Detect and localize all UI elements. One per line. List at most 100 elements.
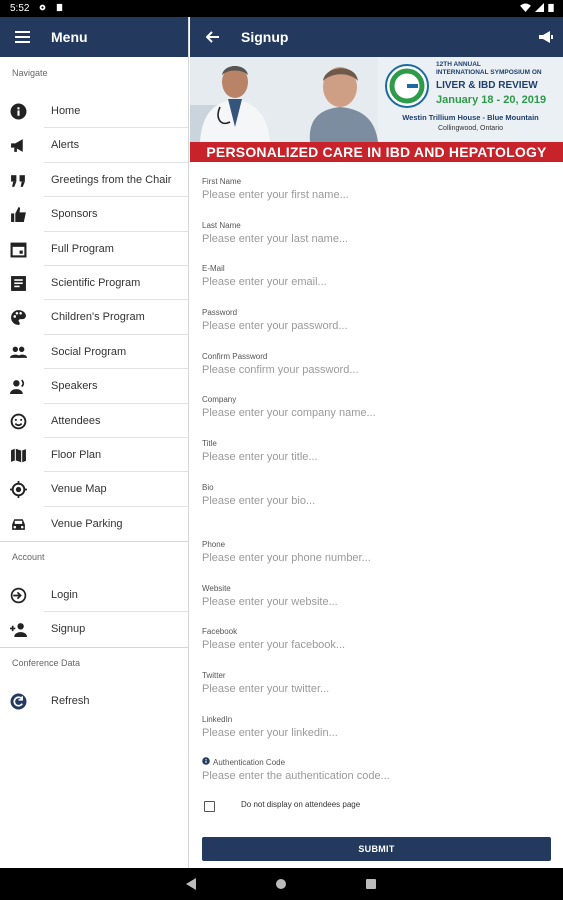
field-website: Website — [202, 582, 551, 626]
sidebar-item-label: Floor Plan — [51, 448, 102, 461]
sidebar-item-label: Signup — [51, 623, 86, 636]
sidebar-item-label: Refresh — [51, 694, 90, 707]
field-email: E-Mail — [202, 262, 551, 306]
phone-input[interactable] — [202, 551, 542, 564]
first-name-input[interactable] — [202, 189, 542, 201]
field-twitter: Twitter — [202, 669, 551, 713]
nav-list: Home Alerts Greetings from the Chair Spo… — [0, 94, 188, 541]
sidebar-item-speakers[interactable]: Speakers — [10, 369, 188, 404]
sidebar-item-signup[interactable]: Signup — [10, 612, 188, 646]
car-icon — [12, 518, 25, 530]
email-input[interactable] — [202, 276, 542, 289]
banner-headline: LIVER & IBD REVIEW — [436, 80, 538, 91]
login-icon — [10, 587, 27, 604]
field-title: Title — [202, 437, 551, 481]
field-phone: Phone — [202, 538, 551, 582]
field-confirm-password: Confirm Password — [202, 350, 551, 394]
sidebar-item-label: Speakers — [51, 380, 98, 393]
sidebar-item-alerts[interactable]: Alerts — [11, 128, 188, 163]
smiley-icon — [10, 413, 27, 429]
sidebar-item-full-program[interactable]: Full Program — [10, 232, 188, 266]
section-label-conference-data: Conference Data — [12, 657, 81, 668]
sidebar-item-label: Venue Map — [51, 483, 107, 496]
status-bar: 5:52 — [0, 0, 563, 17]
sidebar-item-venue-parking[interactable]: Venue Parking — [12, 507, 188, 541]
document-icon — [11, 276, 26, 291]
title-input[interactable] — [202, 451, 542, 464]
field-label: Password — [202, 308, 238, 318]
submit-button[interactable]: SUBMIT — [202, 837, 551, 861]
banner-line1: 12TH ANNUAL — [436, 61, 481, 68]
recents-square-icon[interactable] — [366, 879, 376, 889]
sidebar-item-login[interactable]: Login — [10, 578, 188, 613]
sidebar-item-label: Alerts — [51, 139, 80, 152]
sidebar-item-label: Scientific Program — [51, 276, 141, 289]
sidebar-item-label: Home — [51, 105, 81, 117]
back-triangle-icon[interactable] — [186, 878, 197, 890]
bio-input[interactable] — [202, 494, 542, 507]
authentication-code-input[interactable] — [202, 770, 542, 783]
field-label: Facebook — [202, 627, 238, 637]
megaphone-icon[interactable] — [538, 30, 554, 44]
field-label: First Name — [202, 177, 242, 186]
symposium-logo-icon — [385, 64, 429, 108]
sidebar-item-label: Login — [51, 589, 78, 602]
password-input[interactable] — [202, 320, 542, 333]
twitter-input[interactable] — [202, 682, 542, 695]
field-authentication-code: Authentication Code — [202, 756, 551, 800]
website-input[interactable] — [202, 595, 542, 608]
confirm-password-input[interactable] — [202, 363, 542, 376]
field-label: Website — [202, 583, 231, 593]
sidebar-item-home[interactable]: Home — [10, 94, 188, 129]
add-person-icon — [10, 623, 27, 638]
field-label: Title — [202, 439, 217, 449]
sidebar-item-social-program[interactable]: Social Program — [10, 335, 188, 370]
sidebar-item-refresh[interactable]: Refresh — [10, 684, 188, 718]
sidebar-item-attendees[interactable]: Attendees — [10, 404, 188, 438]
field-label: Confirm Password — [202, 351, 268, 361]
banner-dates: January 18 - 20, 2019 — [436, 94, 547, 106]
drawer-header: Menu — [0, 17, 188, 57]
sidebar-item-scientific-program[interactable]: Scientific Program — [11, 266, 188, 301]
home-circle-icon[interactable] — [276, 879, 286, 889]
drawer-title: Menu — [51, 29, 88, 45]
people-icon — [10, 346, 27, 358]
page-title: Signup — [241, 29, 289, 45]
quote-icon — [11, 174, 25, 187]
banner-line2: INTERNATIONAL SYMPOSIUM ON — [436, 69, 542, 76]
facebook-input[interactable] — [202, 639, 542, 652]
field-label: Bio — [202, 482, 214, 492]
info-icon[interactable] — [202, 757, 210, 765]
field-linkedin: LinkedIn — [202, 713, 551, 757]
status-time: 5:52 — [10, 3, 30, 14]
hamburger-menu-icon[interactable] — [15, 31, 30, 43]
field-first-name: First Name — [202, 175, 551, 219]
sidebar-item-childrens-program[interactable]: Children's Program — [11, 300, 188, 335]
banner-tagline: PERSONALIZED CARE IN IBD AND HEPATOLOGY — [190, 142, 563, 162]
sidebar-item-floor-plan[interactable]: Floor Plan — [11, 438, 188, 473]
hide-from-attendees-checkbox[interactable] — [204, 801, 215, 812]
field-facebook: Facebook — [202, 625, 551, 669]
sidebar-item-venue-map[interactable]: Venue Map — [10, 472, 188, 507]
back-arrow-icon[interactable] — [206, 30, 220, 44]
sidebar-item-greetings[interactable]: Greetings from the Chair — [11, 163, 188, 198]
battery-icon — [548, 3, 554, 12]
company-input[interactable] — [202, 407, 542, 420]
field-last-name: Last Name — [202, 219, 551, 263]
info-icon — [10, 103, 27, 120]
sidebar-item-sponsors[interactable]: Sponsors — [11, 197, 188, 232]
signup-screen: Signup 12TH ANNUAL INTERNATIONAL SYMPOSI… — [190, 17, 563, 868]
sidebar-item-label: Attendees — [51, 414, 101, 427]
last-name-input[interactable] — [202, 232, 542, 245]
sidebar-item-label: Sponsors — [51, 208, 98, 221]
wifi-icon — [520, 3, 531, 12]
palette-icon — [11, 310, 26, 326]
navigation-drawer: Menu Navigate Home Alerts Greetings from… — [0, 17, 189, 868]
field-password: Password — [202, 306, 551, 350]
field-bio: Bio — [202, 481, 551, 538]
field-company: Company — [202, 393, 551, 437]
calendar-icon — [10, 242, 27, 258]
banner-photo — [190, 57, 378, 142]
sidebar-item-label: Venue Parking — [51, 517, 123, 530]
linkedin-input[interactable] — [202, 726, 542, 739]
